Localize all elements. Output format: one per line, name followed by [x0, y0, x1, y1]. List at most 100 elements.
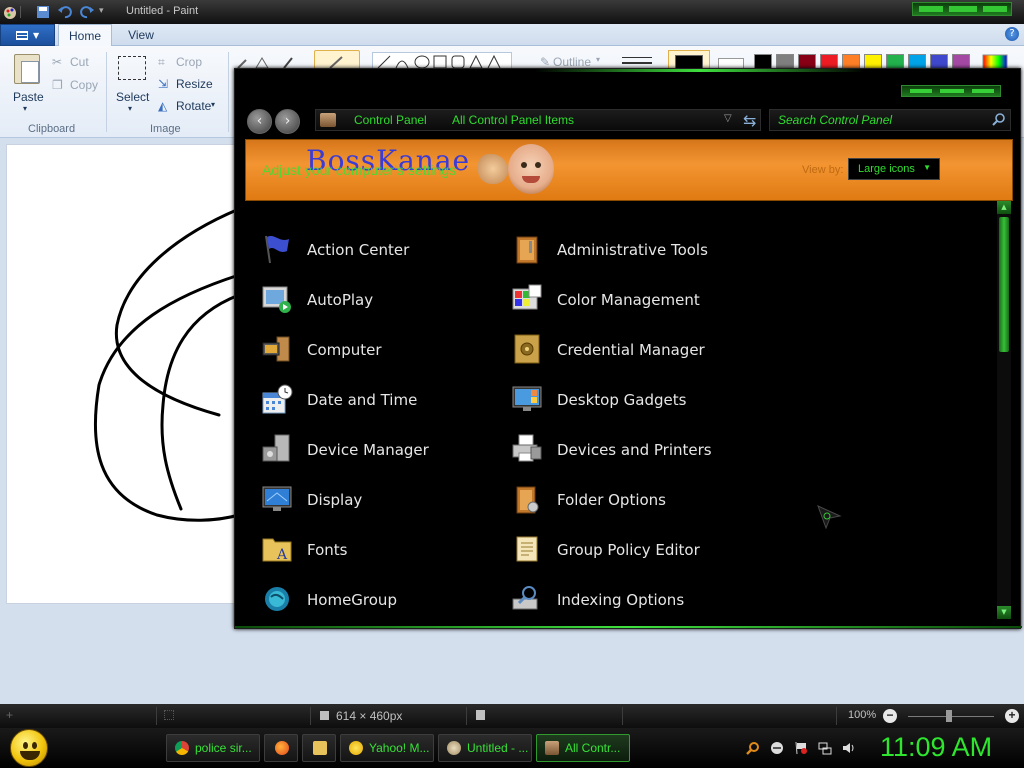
help-icon[interactable]: ?: [1005, 27, 1019, 41]
taskbar-button-label: Yahoo! M...: [369, 741, 430, 755]
minimize-button[interactable]: [910, 89, 932, 93]
cp-item-label: HomeGroup: [307, 591, 397, 609]
color-management-icon: [512, 284, 542, 310]
breadcrumb-control-panel[interactable]: Control Panel: [354, 113, 427, 127]
taskbar-button-firefox[interactable]: [264, 734, 298, 762]
rotate-button[interactable]: Rotate: [176, 99, 211, 113]
zoom-in-button[interactable]: +: [1005, 709, 1019, 723]
scroll-down-button[interactable]: ▼: [997, 606, 1011, 619]
cp-item-label: Device Manager: [307, 441, 429, 459]
scroll-up-button[interactable]: ▲: [997, 201, 1011, 214]
paint-menu-button[interactable]: ▼: [0, 24, 55, 46]
close-button[interactable]: [983, 6, 1007, 12]
taskbar-button-chrome[interactable]: police sir...: [166, 734, 260, 762]
save-icon[interactable]: [35, 4, 51, 20]
control-panel-window-controls[interactable]: [901, 85, 1001, 97]
undo-icon[interactable]: [57, 4, 73, 20]
select-icon[interactable]: [118, 56, 146, 80]
administrative-tools-icon: [516, 236, 538, 264]
cp-item-devices-and-printers[interactable]: Devices and Printers: [505, 429, 755, 469]
paste-button[interactable]: Paste: [13, 90, 44, 104]
cp-item-display[interactable]: Display: [255, 479, 505, 519]
banner-face-eye: [521, 162, 527, 168]
scroll-thumb[interactable]: [999, 217, 1009, 352]
cp-item-label: Display: [307, 491, 363, 509]
taskbar-button-control-panel[interactable]: All Contr...: [536, 734, 630, 762]
minimize-button[interactable]: [919, 6, 943, 12]
chevron-down-icon: ▼: [923, 163, 931, 172]
zoom-out-button[interactable]: −: [883, 709, 897, 723]
view-by-select[interactable]: Large icons ▼: [848, 158, 940, 180]
volume-icon[interactable]: [842, 741, 856, 755]
resize-button[interactable]: Resize: [176, 77, 213, 91]
cp-item-homegroup[interactable]: HomeGroup: [255, 579, 505, 619]
taskbar-clock[interactable]: 11:09 AM: [880, 732, 992, 763]
start-button[interactable]: [10, 729, 48, 767]
maximize-button[interactable]: [940, 89, 964, 93]
search-box[interactable]: [769, 109, 1011, 131]
cp-item-folder-options[interactable]: Folder Options: [505, 479, 755, 519]
redo-icon[interactable]: [79, 4, 95, 20]
tab-view[interactable]: View: [114, 24, 168, 47]
back-button[interactable]: ‹: [247, 109, 272, 134]
cp-item-action-center[interactable]: Action Center: [255, 229, 505, 269]
control-panel-icon: [320, 113, 336, 127]
forward-button[interactable]: ›: [275, 109, 300, 134]
cp-item-label: Group Policy Editor: [557, 541, 700, 559]
vertical-scrollbar[interactable]: ▲ ▼: [997, 201, 1011, 619]
cp-item-desktop-gadgets[interactable]: Desktop Gadgets: [505, 379, 755, 419]
cp-item-computer[interactable]: Computer: [255, 329, 505, 369]
cp-item-autoplay[interactable]: AutoPlay: [255, 279, 505, 319]
cp-item-indexing-options[interactable]: Indexing Options: [505, 579, 755, 619]
select-button[interactable]: Select: [116, 90, 149, 104]
crop-button[interactable]: Crop: [176, 55, 202, 69]
network-icon[interactable]: [818, 741, 832, 755]
resize-icon: ⇲: [158, 77, 169, 91]
customize-quick-access-icon[interactable]: ▾: [99, 6, 115, 22]
outline-button[interactable]: Outline: [553, 55, 591, 69]
banner-face-mouth: [522, 176, 540, 183]
taskbar-button-yahoo[interactable]: Yahoo! M...: [340, 734, 434, 762]
calendar-clock-icon: [262, 384, 293, 414]
taskbar-button-paint[interactable]: Untitled - ...: [438, 734, 532, 762]
refresh-icon[interactable]: ⇆: [743, 111, 763, 130]
paint-app-icon[interactable]: [3, 4, 19, 20]
paint-window-controls[interactable]: [912, 2, 1012, 16]
cp-item-label: Credential Manager: [557, 341, 705, 359]
cut-button[interactable]: Cut: [70, 55, 89, 69]
scroll-document-icon: [516, 536, 538, 562]
cp-item-label: Administrative Tools: [557, 241, 708, 259]
cp-item-color-management[interactable]: Color Management: [505, 279, 755, 319]
cp-item-administrative-tools[interactable]: Administrative Tools: [505, 229, 755, 269]
cp-item-credential-manager[interactable]: Credential Manager: [505, 329, 755, 369]
rotate-icon: ◭: [158, 99, 168, 113]
cp-item-group-policy-editor[interactable]: Group Policy Editor: [505, 529, 755, 569]
tab-home[interactable]: Home: [58, 24, 112, 47]
action-center-flag-icon[interactable]: [794, 741, 808, 755]
canvas-size-icon: [320, 711, 329, 720]
search-input[interactable]: [778, 112, 978, 128]
copy-button[interactable]: Copy: [70, 78, 98, 92]
zoom-slider-thumb[interactable]: [946, 710, 952, 722]
file-size-icon: [476, 710, 485, 720]
yahoo-tray-icon[interactable]: [770, 741, 784, 755]
search-icon[interactable]: [992, 112, 1006, 126]
search-icon[interactable]: [746, 741, 760, 755]
outline-dropdown-icon[interactable]: ▾: [596, 55, 600, 64]
control-panel-banner: BossKanae Adjust your computer's setting…: [245, 139, 1013, 201]
breadcrumb-all-items[interactable]: All Control Panel Items: [452, 113, 574, 127]
cp-item-fonts[interactable]: A Fonts: [255, 529, 505, 569]
close-button[interactable]: [972, 89, 994, 93]
taskbar-button-label: police sir...: [195, 741, 252, 755]
paste-icon[interactable]: [14, 54, 40, 84]
taskbar-button-explorer[interactable]: [302, 734, 336, 762]
rotate-dropdown-icon[interactable]: ▾: [211, 100, 215, 109]
address-bar[interactable]: Control Panel All Control Panel Items ▽: [315, 109, 761, 131]
select-dropdown-icon[interactable]: ▾: [128, 104, 132, 113]
paste-dropdown-icon[interactable]: ▾: [23, 104, 27, 113]
cp-item-device-manager[interactable]: Device Manager: [255, 429, 505, 469]
paint-titlebar: ▾ Untitled - Paint: [0, 0, 1024, 24]
maximize-button[interactable]: [949, 6, 977, 12]
cp-item-date-and-time[interactable]: Date and Time: [255, 379, 505, 419]
chevron-down-icon[interactable]: ▽: [724, 113, 732, 124]
